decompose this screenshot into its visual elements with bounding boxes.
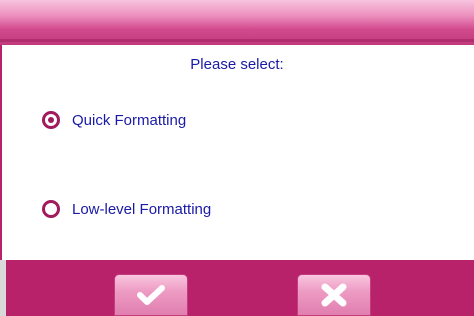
button-bar: [0, 260, 474, 316]
option-quick-formatting[interactable]: Quick Formatting: [42, 111, 186, 129]
option-low-level-formatting[interactable]: Low-level Formatting: [42, 200, 211, 218]
radio-selected-icon[interactable]: [42, 111, 60, 129]
checkmark-icon: [137, 285, 165, 305]
title-bar-divider: [0, 39, 474, 42]
dialog-left-border: [0, 45, 2, 260]
radio-unselected-icon[interactable]: [42, 200, 60, 218]
prompt-text: Please select:: [190, 56, 284, 73]
option-label: Quick Formatting: [72, 111, 187, 129]
option-label: Low-level Formatting: [72, 200, 212, 218]
cancel-button[interactable]: [297, 274, 371, 316]
confirm-button[interactable]: [114, 274, 188, 316]
button-bar-corner: [0, 260, 6, 316]
cross-icon: [321, 283, 347, 307]
